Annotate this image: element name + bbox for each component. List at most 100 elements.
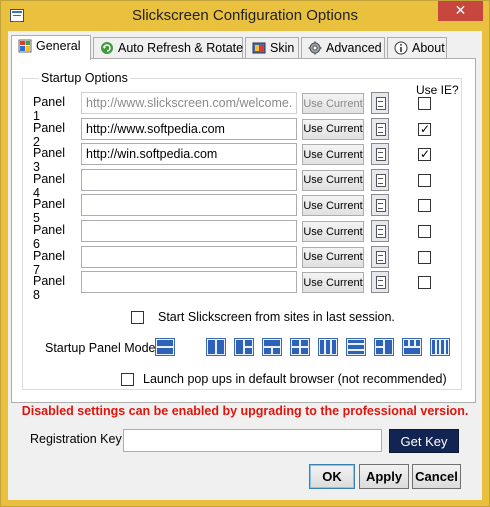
skin-icon	[252, 42, 266, 54]
use-ie-checkbox[interactable]: ✓	[418, 121, 431, 136]
layout-cell	[385, 340, 392, 354]
use-current-button[interactable]: Use Current	[302, 169, 364, 191]
tab-general[interactable]: General	[11, 35, 91, 60]
popups-label: Launch pop ups in default browser (not r…	[143, 372, 447, 386]
tab-auto-refresh[interactable]: Auto Refresh & Rotate	[93, 37, 243, 59]
browse-file-icon[interactable]	[371, 271, 389, 294]
session-checkbox[interactable]	[131, 311, 144, 324]
panel-label: Panel 4	[33, 171, 65, 200]
layout-cell	[264, 348, 271, 354]
registration-key-input[interactable]	[123, 429, 382, 452]
close-button[interactable]: ✕	[438, 1, 483, 21]
use-current-button: Use Current	[302, 93, 364, 114]
use-current-button[interactable]: Use Current	[302, 246, 364, 268]
use-current-button[interactable]: Use Current	[302, 144, 364, 166]
startup-options-group: Startup Options Use IE? Panel 1 Use Curre…	[22, 71, 462, 390]
use-ie-checkbox[interactable]	[418, 173, 431, 187]
panel-url-input[interactable]	[81, 143, 297, 166]
use-current-button[interactable]: Use Current	[302, 272, 364, 294]
tab-about[interactable]: About	[387, 37, 447, 59]
startup-panel-mode-label: Startup Panel Mode:	[45, 341, 159, 355]
layout-cell	[157, 340, 173, 346]
layout-cell	[376, 340, 383, 346]
panel-url-input	[81, 92, 297, 114]
panel-layout-icon[interactable]	[262, 338, 282, 356]
window: Slickscreen Configuration Options ✕ Gene…	[0, 0, 490, 507]
browse-file-icon[interactable]	[371, 92, 389, 114]
panel-layout-icon[interactable]	[374, 338, 394, 356]
browse-file-icon[interactable]	[371, 117, 389, 140]
layout-cell	[404, 348, 420, 354]
use-ie-checkbox[interactable]	[418, 97, 431, 110]
panel-layout-icon[interactable]	[402, 338, 422, 356]
tab-label: Advanced	[326, 41, 382, 55]
use-ie-checkbox[interactable]	[418, 276, 431, 290]
use-current-button[interactable]: Use Current	[302, 118, 364, 140]
browse-file-icon[interactable]	[371, 168, 389, 191]
use-ie-checkbox[interactable]	[418, 199, 431, 213]
windows-flag-icon	[18, 39, 32, 53]
use-current-button[interactable]: Use Current	[302, 195, 364, 217]
ok-button[interactable]: OK	[309, 464, 355, 489]
layout-cell	[292, 348, 299, 354]
panel-label: Panel 1	[33, 95, 65, 123]
panel-url-input[interactable]	[81, 117, 297, 140]
use-ie-checkbox[interactable]: ✓	[418, 147, 431, 162]
checkmark-icon: ✓	[420, 147, 431, 162]
popups-checkbox[interactable]	[121, 373, 134, 386]
cancel-button[interactable]: Cancel	[412, 464, 461, 489]
title-bar[interactable]: Slickscreen Configuration Options ✕	[1, 1, 489, 31]
layout-cell	[292, 340, 299, 346]
tab-label: Auto Refresh & Rotate	[118, 41, 244, 55]
browse-file-icon[interactable]	[371, 143, 389, 166]
panel-layout-icon[interactable]	[206, 338, 226, 356]
layout-cell	[264, 340, 280, 346]
tab-advanced[interactable]: Advanced	[301, 37, 385, 59]
layout-cell	[208, 340, 215, 354]
layout-cell	[245, 340, 252, 346]
upgrade-warning: Disabled settings can be enabled by upgr…	[21, 404, 469, 418]
panel-layout-icon[interactable]	[155, 338, 175, 356]
gear-icon	[308, 41, 322, 55]
refresh-icon	[101, 42, 113, 54]
apply-button[interactable]: Apply	[359, 464, 409, 489]
client-area: General Auto Refresh & Rotate Skin Advan…	[8, 31, 482, 500]
panel-layout-icon[interactable]	[318, 338, 338, 356]
tab-skin[interactable]: Skin	[245, 37, 299, 59]
browse-file-icon[interactable]	[371, 245, 389, 268]
tab-label: General	[36, 39, 81, 53]
tab-label: About	[412, 41, 445, 55]
panel-layout-icon[interactable]	[346, 338, 366, 356]
panel-label: Panel 8	[33, 274, 65, 303]
layout-cell	[301, 348, 308, 354]
panel-url-input[interactable]	[81, 245, 297, 268]
panel-label: Panel 7	[33, 248, 65, 277]
panel-url-input[interactable]	[81, 194, 297, 217]
checkmark-icon: ✓	[420, 121, 431, 136]
use-ie-checkbox[interactable]	[418, 250, 431, 264]
use-ie-header: Use IE?	[416, 83, 459, 97]
panel-layout-icon[interactable]	[430, 338, 450, 356]
panel-url-input[interactable]	[81, 168, 297, 191]
layout-cell	[409, 340, 415, 346]
layout-cell	[320, 340, 324, 354]
layout-cell	[301, 340, 308, 346]
panel-layout-icon[interactable]	[234, 338, 254, 356]
panel-layout-icon[interactable]	[290, 338, 310, 356]
panel-url-input[interactable]	[81, 220, 297, 242]
browse-file-icon[interactable]	[371, 194, 389, 217]
layout-cell	[376, 348, 383, 354]
use-ie-checkbox[interactable]	[418, 225, 431, 238]
layout-cell	[348, 345, 364, 349]
use-current-button[interactable]: Use Current	[302, 221, 364, 242]
get-key-button[interactable]: Get Key	[389, 429, 459, 453]
registration-key-label: Registration Key	[30, 432, 122, 446]
layout-cell	[245, 348, 252, 354]
window-title: Slickscreen Configuration Options	[132, 7, 358, 24]
general-tab-panel: Startup Options Use IE? Panel 1 Use Curre…	[11, 58, 476, 403]
group-label: Startup Options	[39, 71, 130, 85]
browse-file-icon[interactable]	[371, 220, 389, 242]
panel-url-input[interactable]	[81, 271, 297, 294]
session-label: Start Slickscreen from sites in last ses…	[158, 310, 395, 324]
panel-label: Panel 3	[33, 146, 65, 175]
